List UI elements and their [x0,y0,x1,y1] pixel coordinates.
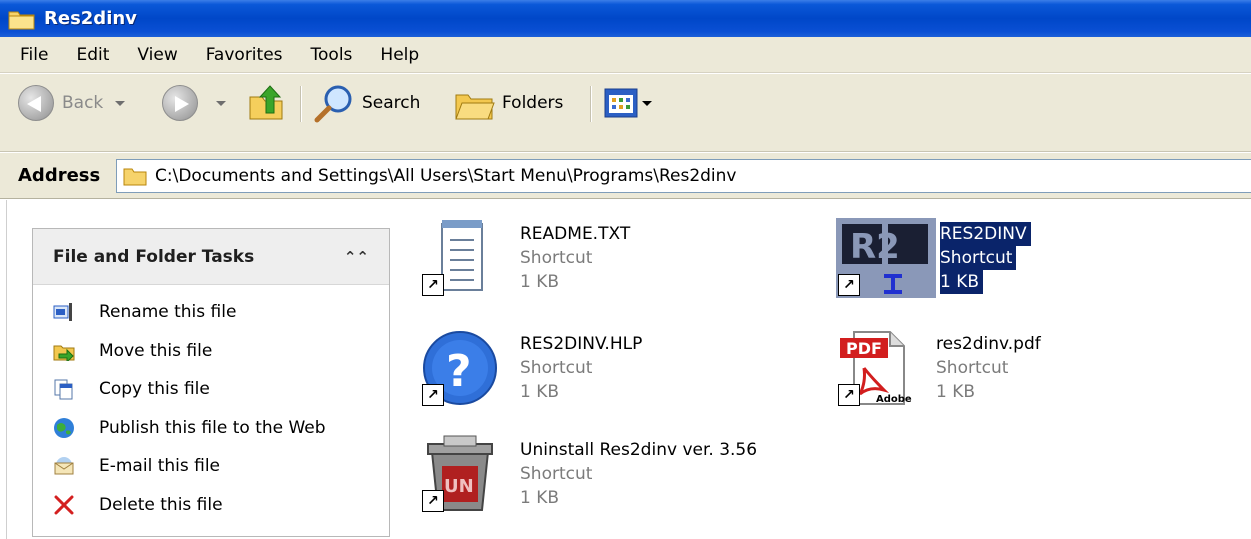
forward-arrow-icon [162,85,198,121]
menu-file[interactable]: File [6,45,62,65]
file-size: 1 KB [520,488,560,508]
file-size: 1 KB [936,382,976,402]
file-size: 1 KB [520,382,560,402]
search-icon [314,85,352,123]
task-email[interactable]: E-mail this file [33,447,389,486]
folders-icon [455,94,495,120]
task-label: Move this file [99,340,213,361]
delete-icon [53,494,75,516]
file-type: Shortcut [520,248,593,268]
file-size: 1 KB [520,272,560,292]
shortcut-arrow-icon: ↗ [422,274,444,296]
file-item[interactable]: ↗ README.TXT Shortcut 1 KB [420,218,630,298]
res2dinv-app-icon: R2 ↗ [836,218,936,298]
file-name: Uninstall Res2dinv ver. 3.56 [520,440,758,460]
task-label: Copy this file [99,379,210,400]
back-button[interactable]: Back [18,82,126,124]
toolbar-separator [300,86,302,122]
menu-help[interactable]: Help [366,45,433,65]
folder-icon [8,8,36,30]
folder-icon [123,168,147,186]
notepad-icon: ↗ [420,218,500,298]
shortcut-arrow-icon: ↗ [838,384,860,406]
chevron-down-icon[interactable] [216,100,226,106]
search-label: Search [362,93,421,113]
copy-icon [53,378,75,400]
task-publish-web[interactable]: Publish this file to the Web [33,409,389,448]
file-name: res2dinv.pdf [936,334,1041,354]
file-type: Shortcut [520,464,593,484]
file-type: Shortcut [940,246,1017,270]
help-icon: ? ↗ [420,328,500,408]
title-bar[interactable]: Res2dinv [0,0,1251,37]
adobe-text: Adobe [876,394,912,405]
file-item-selected[interactable]: R2 ↗ RES2DINV Shortcut 1 KB [836,218,1031,298]
task-label: Delete this file [99,494,223,515]
file-size: 1 KB [940,270,984,294]
svg-text:?: ? [446,346,472,397]
shortcut-arrow-icon: ↗ [838,274,860,296]
back-arrow-icon [18,85,54,121]
views-icon [604,88,638,118]
r2-text: R2 [850,227,900,267]
tasks-title: File and Folder Tasks [53,246,255,267]
task-label: Publish this file to the Web [99,417,326,438]
file-item[interactable]: UN ↗ Uninstall Res2dinv ver. 3.56 Shortc… [420,434,757,514]
uninstall-icon: UN ↗ [420,434,500,514]
folders-button[interactable]: Folders [452,82,563,124]
pdf-badge-text: PDF [846,339,882,358]
toolbar-separator [590,86,592,122]
address-path: C:\Documents and Settings\All Users\Star… [155,166,737,186]
pane-border [6,200,7,539]
toolbar: Back Search Folders [0,74,1251,152]
file-type: Shortcut [520,358,593,378]
task-delete[interactable]: Delete this file [33,486,389,525]
task-rename[interactable]: Rename this file [33,293,389,332]
task-label: E-mail this file [99,456,221,477]
move-icon [53,340,75,362]
menu-view[interactable]: View [123,45,191,65]
file-item[interactable]: ? ↗ RES2DINV.HLP Shortcut 1 KB [420,328,642,408]
menu-tools[interactable]: Tools [297,45,367,65]
folders-label: Folders [502,93,564,113]
chevron-down-icon[interactable] [115,100,126,106]
file-name: README.TXT [520,224,631,244]
task-label: Rename this file [99,302,237,323]
forward-button[interactable] [162,82,226,124]
menu-favorites[interactable]: Favorites [192,45,297,65]
rename-icon [53,301,75,323]
back-label: Back [62,93,104,113]
shortcut-arrow-icon: ↗ [422,490,444,512]
collapse-chevron-icon[interactable]: ⌃⌃ [344,248,369,266]
pdf-icon: PDF Adobe ↗ [836,328,916,408]
address-input[interactable]: C:\Documents and Settings\All Users\Star… [116,159,1251,193]
views-button[interactable] [604,82,652,124]
file-name: RES2DINV [940,222,1031,246]
email-icon [53,455,75,477]
uninstall-badge-text: UN [444,476,474,497]
file-folder-tasks-panel: File and Folder Tasks ⌃⌃ Rename this fil… [32,228,390,537]
menu-bar: File Edit View Favorites Tools Help [0,37,1251,73]
address-bar: Address C:\Documents and Settings\All Us… [0,153,1251,199]
chevron-down-icon[interactable] [642,100,652,106]
file-name: RES2DINV.HLP [520,334,643,354]
up-folder-icon [249,85,283,120]
file-item[interactable]: PDF Adobe ↗ res2dinv.pdf Shortcut 1 KB [836,328,1041,408]
task-copy[interactable]: Copy this file [33,370,389,409]
menu-edit[interactable]: Edit [62,45,123,65]
publish-web-icon [53,417,75,439]
up-folder-button[interactable] [246,82,286,124]
shortcut-arrow-icon: ↗ [422,384,444,406]
file-type: Shortcut [936,358,1009,378]
tasks-header[interactable]: File and Folder Tasks ⌃⌃ [33,229,389,285]
window-title: Res2dinv [44,8,137,29]
task-move[interactable]: Move this file [33,332,389,371]
address-label: Address [18,165,101,186]
search-button[interactable]: Search [312,82,420,124]
